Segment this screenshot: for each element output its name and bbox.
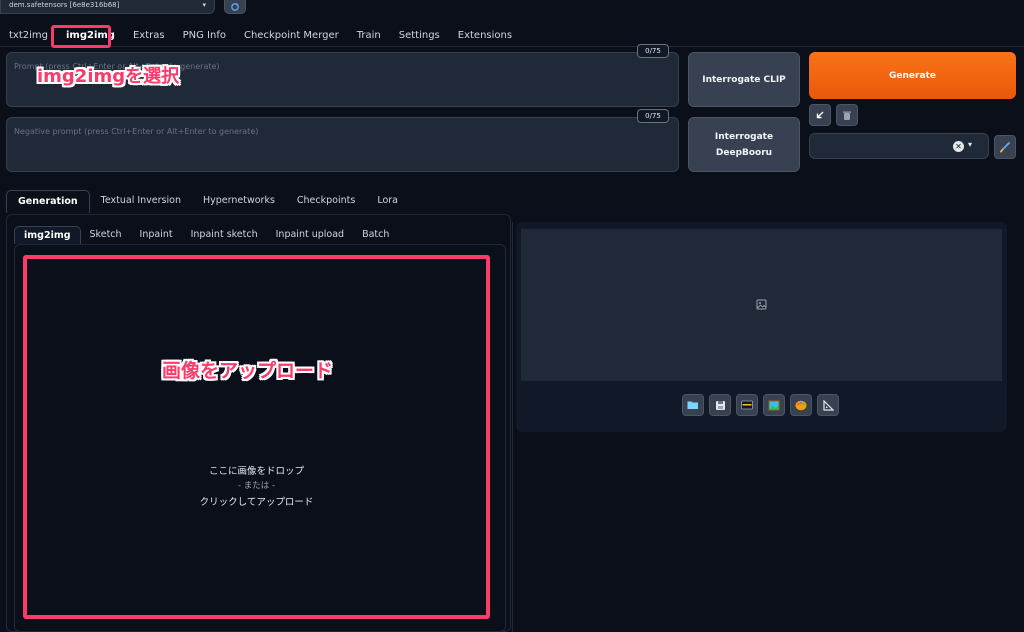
tab-settings[interactable]: Settings [390,26,449,46]
model-select-value: dem.safetensors [6e8e316b68] [9,1,120,9]
image-drop-zone[interactable]: ここに画像をドロップ - または - クリックしてアップロード [23,255,490,619]
drop-zone-upload-text: クリックしてアップロード [199,497,314,508]
tab-hypernetworks[interactable]: Hypernetworks [192,190,286,213]
tabs-divider [0,46,1024,47]
tab-checkpoints[interactable]: Checkpoints [286,190,366,213]
tab-generation[interactable]: Generation [6,190,90,213]
image-icon[interactable] [763,394,785,416]
trash-icon [843,111,851,120]
negative-prompt-placeholder: Negative prompt (press Ctrl+Enter or Alt… [14,127,259,136]
chevron-down-icon: ▾ [202,1,206,9]
column-divider [512,222,513,632]
image-placeholder-icon [756,299,767,310]
tab-batch[interactable]: Batch [353,226,398,244]
negative-prompt-token-count: 0/75 [637,109,669,123]
interrogate-deepbooru-button[interactable]: Interrogate DeepBooru [688,117,800,172]
generate-button[interactable]: Generate [809,52,1016,99]
tab-txt2img[interactable]: txt2img [0,26,57,46]
output-image [521,229,1002,381]
paste-prompt-button[interactable] [809,104,831,126]
save-icon[interactable] [709,394,731,416]
negative-prompt-input[interactable]: Negative prompt (press Ctrl+Enter or Alt… [6,117,679,172]
clear-icon[interactable]: ✕ [953,141,964,152]
interrogate-clip-button[interactable]: Interrogate CLIP [688,52,800,107]
annotation-upload-image: 画像をアップロード [162,360,334,382]
interrogate-deepbooru-label-1: Interrogate [714,131,774,142]
tab-extensions[interactable]: Extensions [449,26,521,46]
paintbrush-icon [999,141,1011,153]
tab-lora[interactable]: Lora [366,190,409,213]
model-select[interactable]: dem.safetensors [6e8e316b68] ▾ [0,0,215,14]
tab-textual-inversion[interactable]: Textual Inversion [90,190,192,213]
settings-tabs: Generation Textual Inversion Hypernetwor… [6,190,409,213]
tab-inpaint[interactable]: Inpaint [131,226,182,244]
tab-png-info[interactable]: PNG Info [174,26,235,46]
folder-icon[interactable] [682,394,704,416]
tab-checkpoint-merger[interactable]: Checkpoint Merger [235,26,348,46]
tab-sketch[interactable]: Sketch [81,226,131,244]
tab-extras[interactable]: Extras [124,26,174,46]
ruler-icon[interactable] [817,394,839,416]
refresh-icon [231,2,239,11]
palette-icon[interactable] [790,394,812,416]
refresh-models-button[interactable] [224,0,246,14]
styles-select[interactable]: ✕ ▾ [809,133,989,159]
tab-train[interactable]: Train [348,26,390,46]
interrogate-deepbooru-label-2: DeepBooru [715,147,773,158]
prompt-token-count: 0/75 [637,44,669,58]
img2img-tab-highlight [51,25,111,48]
tab-inpaint-upload[interactable]: Inpaint upload [267,226,353,244]
drop-zone-or: - または - [237,481,276,491]
tab-img2img-input[interactable]: img2img [14,226,81,244]
arrow-down-left-icon [816,111,824,119]
tab-inpaint-sketch[interactable]: Inpaint sketch [182,226,267,244]
clear-prompt-button[interactable] [836,104,858,126]
chevron-down-icon: ▾ [968,140,973,149]
zip-icon[interactable] [736,394,758,416]
drop-zone-text: ここに画像をドロップ [208,466,304,477]
image-tabs: img2img Sketch Inpaint Inpaint sketch In… [14,226,398,244]
apply-style-button[interactable] [994,135,1016,159]
annotation-select-img2img: img2imgを選択 [37,66,180,87]
